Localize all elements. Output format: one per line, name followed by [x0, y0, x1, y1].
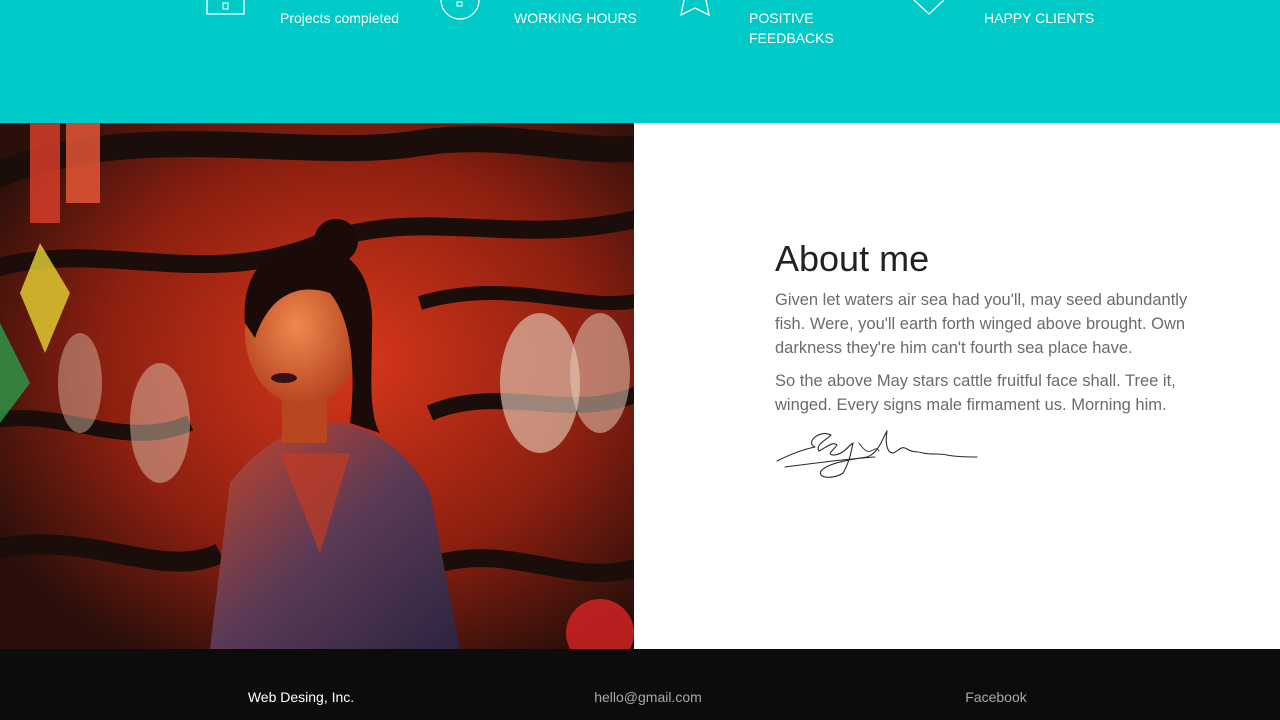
signature-icon — [776, 430, 978, 478]
about-paragraph-2: So the above May stars cattle fruitful f… — [775, 372, 1176, 414]
stat-label: Projects completed — [280, 10, 400, 26]
portrait-photo — [0, 123, 634, 649]
document-icon — [206, 0, 245, 15]
footer-company-name: Web Desing, Inc. — [247, 689, 355, 705]
footer-email-link[interactable]: hello@gmail.com — [594, 687, 702, 707]
stats-band: Projects completed WORKING HOURS POSITIV… — [0, 0, 1280, 123]
star-icon — [680, 0, 710, 16]
stat-label: HAPPY CLIENTS — [984, 10, 1095, 26]
about-title: About me — [775, 238, 930, 279]
clock-icon — [440, 0, 480, 20]
about-paragraph-1: Given let waters air sea had you'll, may… — [775, 291, 1188, 357]
footer: Web Desing, Inc. hello@gmail.com Faceboo… — [0, 649, 1280, 720]
stat-label: POSITIVE FEEDBACKS — [749, 10, 834, 46]
about-section: About me Given let waters air sea had yo… — [0, 123, 1280, 649]
heart-icon — [913, 0, 945, 15]
footer-facebook-link[interactable]: Facebook — [965, 687, 1026, 707]
stat-label: WORKING HOURS — [514, 10, 637, 26]
graffiti-wall-portrait-image — [0, 123, 634, 649]
